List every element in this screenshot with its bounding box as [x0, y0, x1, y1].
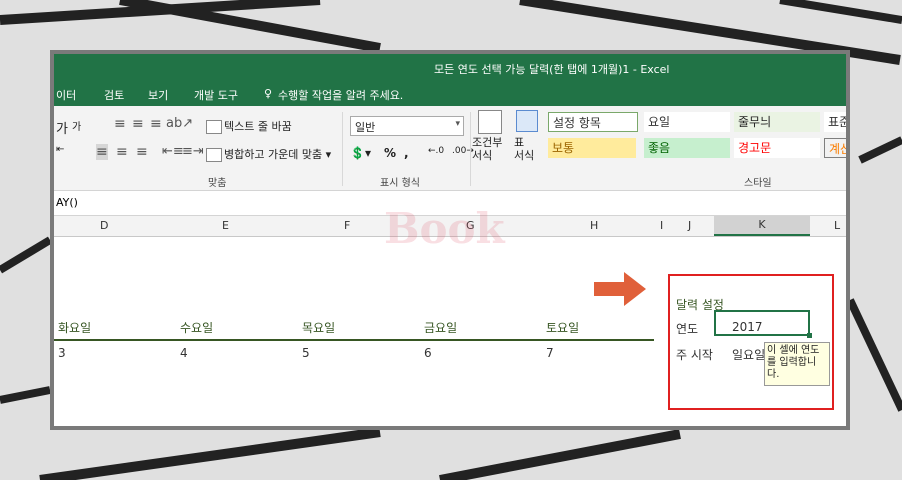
year-label: 연도	[676, 322, 699, 336]
watermark: Book	[384, 204, 505, 253]
menu-bar: 이터 검토 보기 개발 도구 ♀ 수행할 작업을 알려 주세요.	[54, 82, 846, 106]
column-header[interactable]: H	[590, 219, 598, 232]
style-good[interactable]: 좋음	[644, 138, 730, 158]
comma-button[interactable]: ,	[404, 146, 409, 160]
wrap-text-label: 텍스트 줄 바꿈	[224, 120, 292, 133]
style-setting-item[interactable]: 설정 항목	[548, 112, 638, 132]
year-input[interactable]: 2017	[732, 320, 763, 334]
column-header[interactable]: I	[660, 219, 663, 232]
orientation-icon[interactable]: ab↗	[166, 116, 193, 131]
align-middle-icon[interactable]: ≡	[132, 116, 144, 132]
weekday-header[interactable]: 화요일	[58, 319, 91, 336]
style-warning[interactable]: 경고문	[734, 138, 820, 158]
menu-review[interactable]: 검토	[104, 87, 124, 103]
weekday-header[interactable]: 수요일	[180, 319, 213, 336]
excel-screenshot: 모든 연도 선택 가능 달력(한 탭에 1개월)1 - Excel 이터 검토 …	[50, 50, 850, 430]
menu-data[interactable]: 이터	[56, 87, 76, 103]
tell-me-box[interactable]: 수행할 작업을 알려 주세요.	[278, 87, 403, 103]
decrease-indent-icon[interactable]: ⇤≡	[162, 144, 184, 159]
input-tooltip: 이 셀에 연도를 입력합니다.	[764, 342, 830, 386]
table-format-button[interactable]: 표 서식	[514, 136, 534, 162]
align-bottom-icon[interactable]: ≡	[150, 116, 162, 132]
conditional-format-icon	[478, 110, 502, 134]
column-header[interactable]: K	[714, 216, 810, 236]
group-number-label: 표시 형식	[380, 178, 420, 189]
formula-text: AY()	[56, 196, 78, 209]
weekday-header[interactable]: 목요일	[302, 319, 335, 336]
number-format-select[interactable]: 일반 ▾	[350, 116, 464, 136]
increase-decimal-icon[interactable]: ←.0	[428, 146, 444, 156]
column-header[interactable]: L	[834, 219, 840, 232]
arrow-right-icon	[594, 272, 646, 306]
date-cell[interactable]: 5	[302, 346, 310, 360]
wrap-text-icon	[206, 120, 222, 134]
style-weekday[interactable]: 요일	[644, 112, 730, 132]
style-normal[interactable]: 표준	[824, 112, 846, 132]
conditional-format-button[interactable]: 조건부 서식	[472, 136, 502, 162]
menu-developer[interactable]: 개발 도구	[194, 87, 238, 103]
chevron-down-icon: ▾	[455, 119, 460, 129]
style-calculation[interactable]: 계산	[824, 138, 846, 158]
window-title: 모든 연도 선택 가능 달력(한 탭에 1개월)1 - Excel	[434, 63, 670, 76]
date-cell[interactable]: 6	[424, 346, 432, 360]
lightbulb-icon: ♀	[264, 87, 273, 100]
weekday-header[interactable]: 토요일	[546, 319, 579, 336]
divider	[342, 112, 343, 186]
column-header[interactable]: F	[344, 219, 350, 232]
title-bar: 모든 연도 선택 가능 달력(한 탭에 1개월)1 - Excel	[54, 54, 846, 82]
group-styles-label: 스타일	[744, 178, 772, 189]
column-header[interactable]: J	[688, 219, 691, 232]
menu-view[interactable]: 보기	[148, 87, 168, 103]
font-grow-button[interactable]: 가	[56, 118, 68, 137]
divider	[470, 112, 471, 186]
currency-icon[interactable]: 💲▾	[350, 146, 371, 160]
ribbon: 가 가 ≡ ≡ ≡ ab↗ ⇤ ≡ ≡ ≡ ⇤≡ ≡⇥ 텍스트 줄 바꿈 병합하…	[54, 106, 846, 191]
wrap-text-button[interactable]: 텍스트 줄 바꿈	[206, 118, 292, 134]
fill-handle[interactable]	[807, 333, 812, 338]
week-start-label: 주 시작	[676, 348, 713, 362]
week-start-value[interactable]: 일요일	[732, 346, 765, 363]
merge-center-button[interactable]: 병합하고 가운데 맞춤 ▾	[206, 146, 331, 162]
align-left-icon[interactable]: ≡	[96, 144, 108, 160]
align-right-icon[interactable]: ≡	[136, 144, 148, 160]
align-top-icon[interactable]: ≡	[114, 116, 126, 132]
indent-icon[interactable]: ⇤	[56, 144, 64, 155]
column-header[interactable]: D	[100, 219, 108, 232]
group-alignment-label: 맞춤	[208, 178, 227, 189]
header-underline	[54, 339, 654, 341]
table-format-icon	[516, 110, 538, 132]
column-header[interactable]: E	[222, 219, 229, 232]
number-format-value: 일반	[355, 121, 376, 134]
merge-center-label: 병합하고 가운데 맞춤	[224, 148, 323, 161]
percent-button[interactable]: %	[384, 146, 396, 160]
merge-icon	[206, 148, 222, 162]
date-cell[interactable]: 7	[546, 346, 554, 360]
date-cell[interactable]: 4	[180, 346, 188, 360]
date-cell[interactable]: 3	[58, 346, 66, 360]
increase-indent-icon[interactable]: ≡⇥	[182, 144, 204, 159]
style-stripe[interactable]: 줄무늬	[734, 112, 820, 132]
font-shrink-button[interactable]: 가	[72, 118, 81, 133]
weekday-header[interactable]: 금요일	[424, 319, 457, 336]
align-center-icon[interactable]: ≡	[116, 144, 128, 160]
style-neutral[interactable]: 보통	[548, 138, 636, 158]
